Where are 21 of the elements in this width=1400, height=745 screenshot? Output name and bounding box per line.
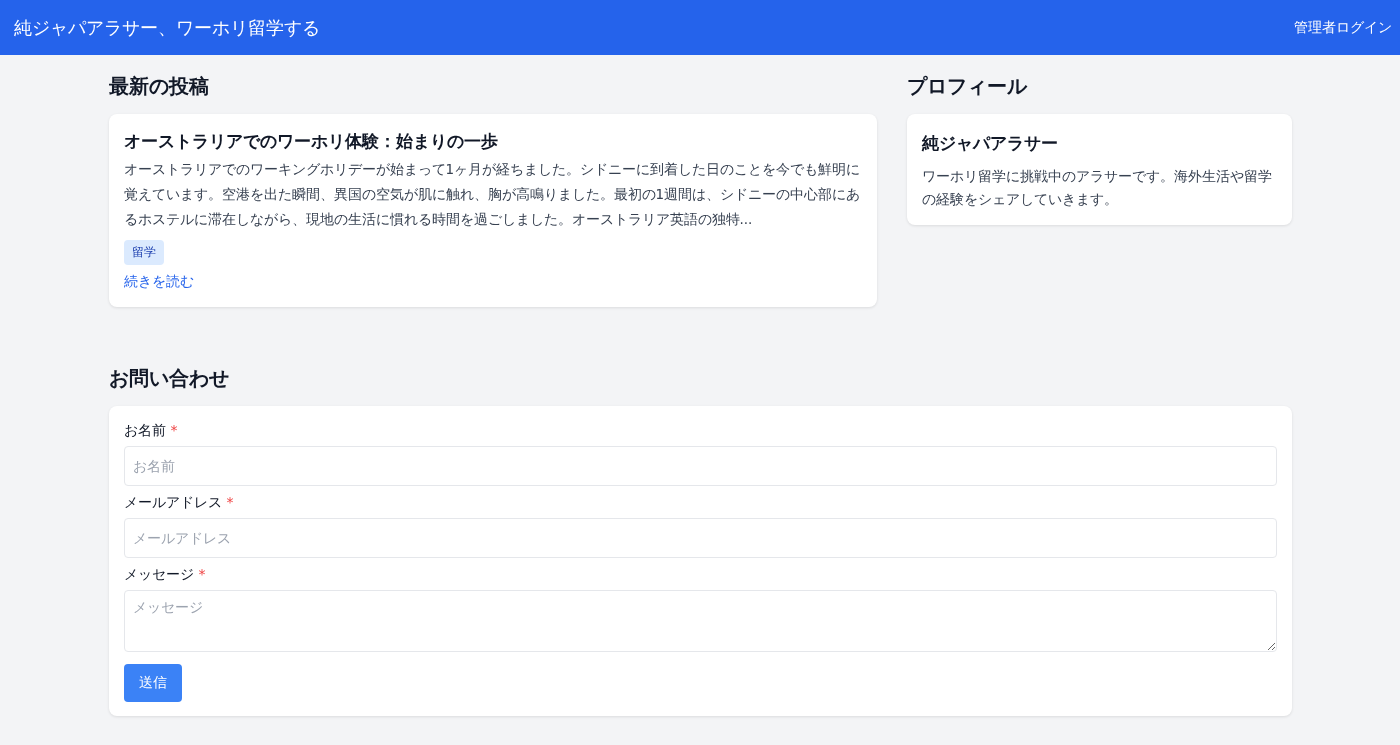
input-field[interactable]: お名前 (123, 446, 1277, 486)
message-field[interactable]: メッセージ (123, 590, 1277, 652)
field-label: メッセージ (123, 566, 194, 584)
admin-login-link[interactable]: 管理者ログイン (1294, 18, 1392, 37)
input-field[interactable]: メールアドレス (123, 518, 1277, 558)
post-excerpt: オーストラリアでのワーキングホリデーが始まって1ヶ月が経ちました。シドニーに到着した日のことを今でも鮮明に覚えています。空港を出た瞬間、異国の空気が肌に触れ、胸が高鳴りました。最初の1週間は、シドニーの中心部にあるホステルに滞在しながら、現地の生活に慣れる時間を過ごしました。オーストラリア英語の独特... (123, 160, 862, 229)
required-mark: * (170, 422, 178, 440)
field-label: お名前 (123, 422, 166, 440)
tag-chip[interactable]: 留学 (123, 240, 164, 265)
field-label: メールアドレス (123, 494, 222, 512)
profile-bio: ワーホリ留学に挑戦中のアラサーです。海外生活や留学の経験をシェアしていきます。 (921, 167, 1273, 209)
read-more-link[interactable]: 続きを読む (123, 273, 194, 289)
required-mark: * (226, 494, 234, 512)
site-title[interactable]: 純ジャパアラサー、ワーホリ留学する (14, 15, 320, 40)
post-title: オーストラリアでのワーホリ体験：始まりの一歩 (123, 130, 499, 153)
profile-name: 純ジャパアラサー (921, 132, 1059, 155)
submit-button[interactable]: 送信 (123, 664, 182, 702)
section-heading: プロフィール (906, 73, 1028, 100)
required-mark: * (198, 566, 206, 584)
section-heading: 最新の投稿 (108, 73, 210, 100)
section-heading: お問い合わせ (108, 365, 230, 392)
